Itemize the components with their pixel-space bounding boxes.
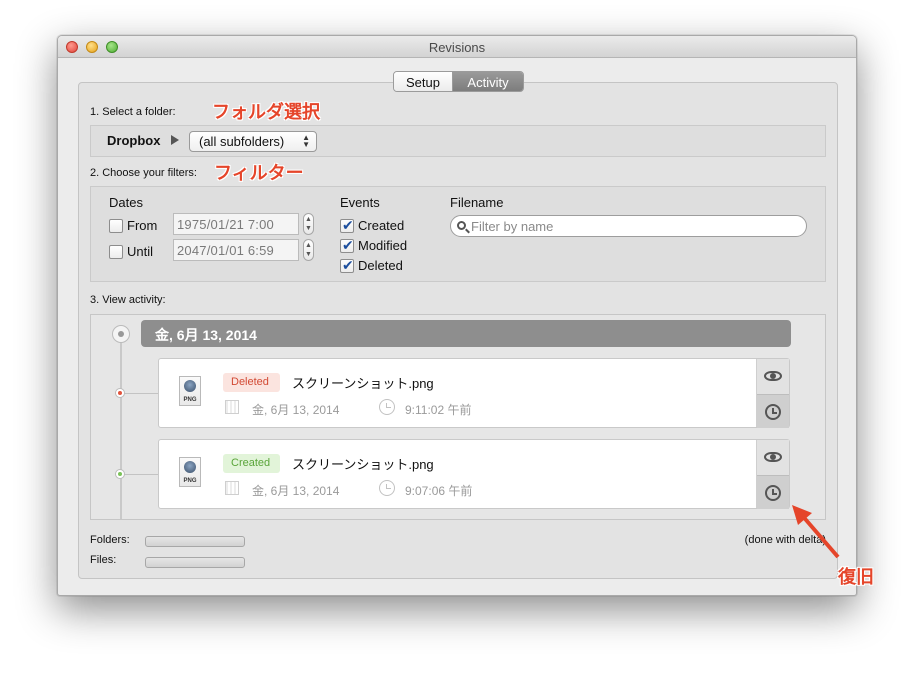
until-date-field[interactable]: 2047/01/01 6:59: [173, 239, 299, 261]
activity-item-created[interactable]: PNG Created スクリーンショット.png 金, 6月 13, 2014…: [158, 439, 790, 509]
events-heading: Events: [340, 195, 380, 210]
file-type-label: PNG: [183, 397, 197, 403]
folder-select-annotation: フォルダ選択: [212, 102, 320, 122]
item-date: 金, 6月 13, 2014: [252, 484, 340, 498]
timeline-connector: [121, 474, 158, 475]
timeline-connector: [121, 393, 158, 394]
eye-icon: [764, 452, 782, 462]
path-arrow-icon: [171, 135, 179, 145]
search-icon: [457, 221, 466, 230]
clock-icon: [379, 399, 395, 415]
activity-item-deleted[interactable]: PNG Deleted スクリーンショット.png 金, 6月 13, 2014…: [158, 358, 790, 428]
tab-setup[interactable]: Setup: [394, 72, 453, 91]
day-header: 金, 6月 13, 2014: [141, 320, 791, 347]
item-actions: [756, 359, 789, 428]
modified-checkbox[interactable]: [340, 237, 354, 254]
until-date-stepper[interactable]: ▲ ▼: [303, 239, 314, 261]
filter-annotation: フィルター: [214, 163, 304, 183]
item-date: 金, 6月 13, 2014: [252, 403, 340, 417]
item-time: 9:07:06 午前: [405, 484, 473, 498]
file-name: スクリーンショット.png: [292, 376, 434, 391]
deleted-checkbox[interactable]: [340, 257, 354, 274]
restore-button[interactable]: [757, 394, 789, 428]
until-checkbox[interactable]: [109, 245, 123, 259]
item-actions: [756, 440, 789, 509]
eye-icon: [764, 371, 782, 381]
timeline-node-deleted: [115, 388, 125, 398]
clock-icon: [379, 480, 395, 496]
deleted-label: Deleted: [358, 258, 403, 273]
filters-panel: Dates From 1975/01/21 7:00 ▲ ▼ Until 2047…: [90, 186, 826, 282]
file-type-label: PNG: [183, 478, 197, 484]
deleted-badge: Deleted: [223, 373, 280, 392]
dates-heading: Dates: [109, 195, 143, 210]
modified-label: Modified: [358, 238, 408, 253]
tab-activity[interactable]: Activity: [453, 72, 523, 91]
restore-annotation: 復旧: [838, 567, 874, 587]
callout-arrow-icon: [792, 505, 840, 559]
subfolder-popup-value: (all subfolders): [199, 134, 285, 149]
created-label: Created: [358, 218, 405, 233]
file-name: スクリーンショット.png: [292, 457, 434, 472]
calendar-icon: [225, 481, 239, 495]
title-bar[interactable]: Revisions: [58, 36, 856, 58]
folders-progress-bar: [145, 536, 245, 547]
files-progress-bar: [145, 557, 245, 568]
timeline-node-created: [115, 469, 125, 479]
png-file-icon: PNG: [179, 376, 201, 406]
folder-name: Dropbox: [107, 133, 161, 148]
history-icon: [765, 484, 781, 501]
restore-button[interactable]: [757, 475, 789, 509]
filename-heading: Filename: [450, 195, 504, 210]
popup-arrows-icon: ▲ ▼: [302, 133, 310, 149]
until-label: Until: [127, 244, 154, 259]
subfolder-popup[interactable]: (all subfolders) ▲ ▼: [189, 131, 317, 152]
timeline-day-node: [112, 325, 130, 343]
view-activity-label: 3. View activity:: [90, 294, 166, 306]
png-file-icon: PNG: [179, 457, 201, 487]
folders-label: Folders:: [90, 534, 130, 546]
calendar-icon: [225, 400, 239, 414]
from-label: From: [127, 218, 158, 233]
window-title: Revisions: [428, 40, 486, 55]
filename-search-placeholder: Filter by name: [471, 219, 554, 234]
preview-button[interactable]: [757, 440, 789, 474]
filename-search-field[interactable]: Filter by name: [450, 215, 807, 237]
files-label: Files:: [90, 554, 117, 566]
from-date-stepper[interactable]: ▲ ▼: [303, 213, 314, 235]
item-time: 9:11:02 午前: [405, 403, 472, 417]
view-segmented-control: Setup Activity: [393, 71, 524, 92]
timeline-line: [120, 337, 122, 519]
history-icon: [765, 403, 781, 420]
from-date-field[interactable]: 1975/01/21 7:00: [173, 213, 299, 235]
from-checkbox[interactable]: [109, 219, 123, 233]
created-checkbox[interactable]: [340, 217, 354, 234]
revisions-window: Revisions Setup Activity 1. Select a fol…: [57, 35, 857, 596]
preview-button[interactable]: [757, 359, 789, 393]
created-badge: Created: [223, 454, 280, 473]
activity-list: 金, 6月 13, 2014 PNG Deleted スクリーンショット.png…: [90, 314, 826, 520]
select-folder-label: 1. Select a folder:: [90, 106, 176, 118]
folder-row: Dropbox (all subfolders) ▲ ▼: [90, 125, 826, 157]
choose-filters-label: 2. Choose your filters:: [90, 167, 197, 179]
